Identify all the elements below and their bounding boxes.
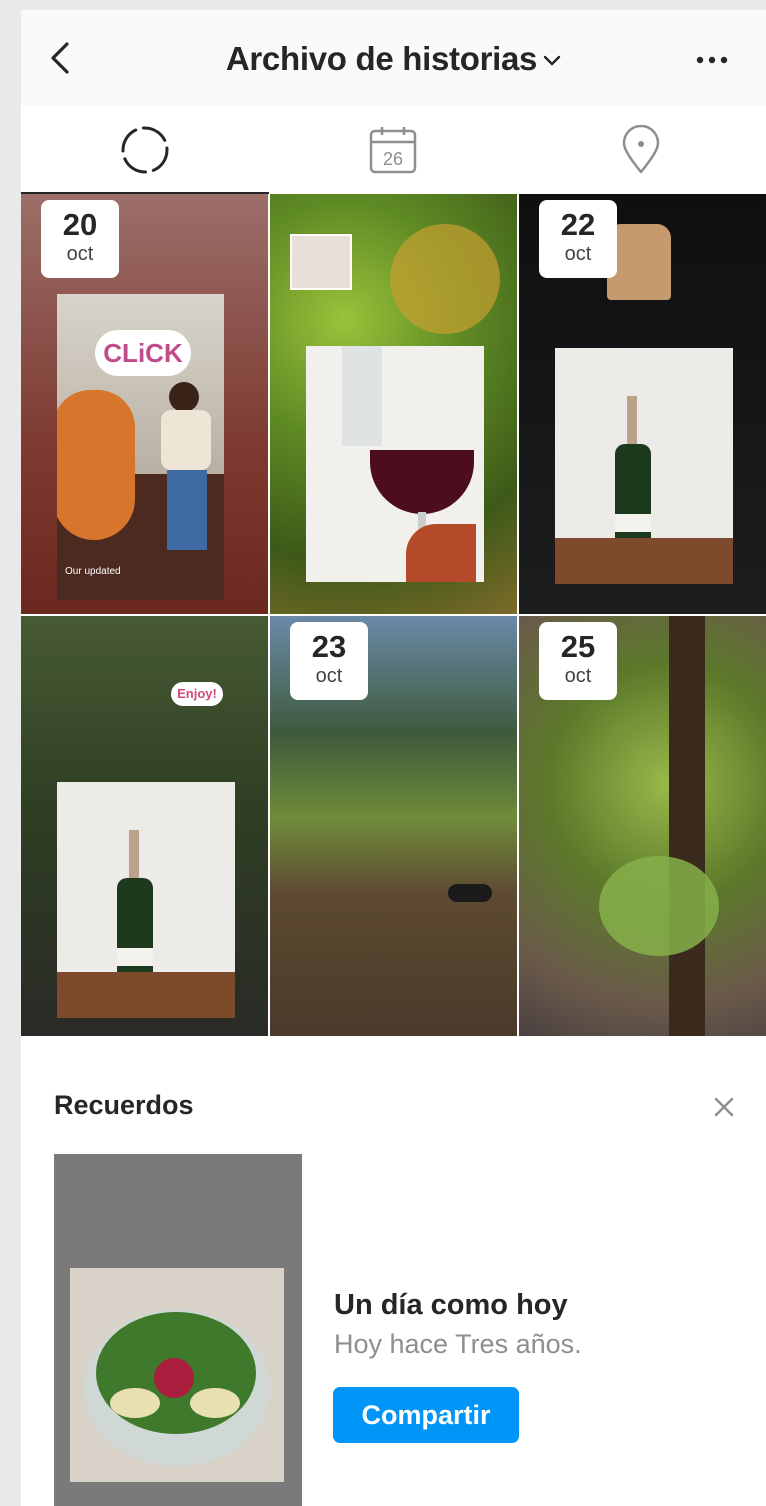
story-grid: CLiCK Our updated 20 oct 22 oct Enjoy! 2… <box>21 194 766 1056</box>
more-options-icon[interactable] <box>694 54 730 66</box>
chevron-down-icon <box>543 56 561 66</box>
memory-thumbnail[interactable] <box>54 1154 302 1506</box>
date-month: oct <box>564 665 592 687</box>
date-month: oct <box>66 243 94 265</box>
orange-amphora <box>57 390 135 540</box>
salad-photo <box>70 1268 284 1482</box>
person-head <box>169 382 199 412</box>
memory-heading: Un día como hoy <box>334 1289 568 1321</box>
page-title-text: Archivo de historias <box>225 40 538 77</box>
date-day: 20 <box>62 207 98 242</box>
circle-dashed-icon <box>121 126 169 174</box>
bottle-photo <box>57 782 235 1018</box>
story-thumbnail[interactable]: 25 oct <box>519 616 766 1036</box>
archive-tabs: 26 <box>21 106 766 194</box>
date-month: oct <box>564 243 592 265</box>
date-badge: 25 oct <box>539 622 617 700</box>
date-badge: 23 oct <box>290 622 368 700</box>
cava-bottle <box>117 878 153 986</box>
share-button[interactable]: Compartir <box>333 1387 519 1443</box>
calendar-day-label: 26 <box>383 149 403 169</box>
tab-location[interactable] <box>517 106 765 194</box>
enjoy-sticker: Enjoy! <box>171 682 223 706</box>
story-thumbnail[interactable]: CLiCK Our updated 20 oct <box>21 194 268 614</box>
story-thumbnail[interactable]: Enjoy! <box>21 616 268 1036</box>
dog <box>448 884 492 902</box>
memories-title: Recuerdos <box>54 1090 194 1120</box>
date-day: 25 <box>560 629 596 664</box>
story-thumbnail[interactable] <box>270 194 517 614</box>
click-sticker: CLiCK <box>95 330 191 376</box>
tab-calendar[interactable]: 26 <box>269 106 517 194</box>
story-thumbnail[interactable]: 22 oct <box>519 194 766 614</box>
close-icon[interactable] <box>713 1096 735 1118</box>
red-wine <box>370 450 474 514</box>
tab-stories[interactable] <box>21 106 269 194</box>
story-caption: Our updated <box>65 566 121 577</box>
date-badge: 20 oct <box>41 200 119 278</box>
cava-bottle <box>615 444 651 552</box>
story-screenshot: CLiCK Our updated <box>57 294 224 600</box>
person-jeans <box>167 470 207 550</box>
date-day: 23 <box>311 629 347 664</box>
date-day: 22 <box>560 207 596 242</box>
mini-photo <box>290 234 352 290</box>
date-month: oct <box>315 665 343 687</box>
date-badge: 22 oct <box>539 200 617 278</box>
page-title[interactable]: Archivo de historias <box>21 40 766 78</box>
wine-glass-photo <box>306 346 484 582</box>
location-pin-icon <box>622 125 660 174</box>
top-bar: Archivo de historias <box>21 10 766 107</box>
story-thumbnail[interactable]: 23 oct <box>270 616 517 1036</box>
person-sweater <box>161 410 211 470</box>
bottle-photo <box>555 348 733 584</box>
story-archive-screen: Archivo de historias 26 CLiCK Our update… <box>21 10 766 1506</box>
calendar-icon: 26 <box>369 127 417 174</box>
memory-subtitle: Hoy hace Tres años. <box>334 1329 582 1359</box>
